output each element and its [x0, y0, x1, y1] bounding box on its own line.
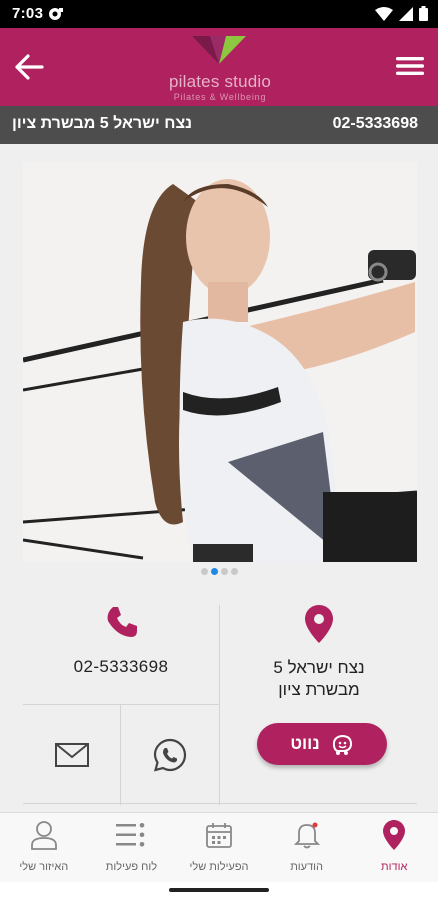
nav-item-about[interactable]: אודות [350, 813, 438, 882]
nav-label: לוח פעילות [105, 861, 158, 873]
app-screen: 7:03 pilates studio Pilates & Wellbeing … [0, 0, 438, 900]
bottom-nav: אודות הודעות הפעילות שלי לוח פעילות האיז… [0, 812, 438, 882]
waze-label: נווט [290, 734, 320, 753]
address-line-2: מבשרת ציון [278, 680, 360, 699]
carousel-dot[interactable] [230, 568, 238, 575]
status-bar: 7:03 [0, 0, 438, 28]
mail-icon [55, 743, 89, 767]
battery-icon [419, 6, 428, 26]
logo-subtitle: Pilates & Wellbeing [173, 92, 267, 102]
pilates-photo [23, 162, 417, 562]
logo-mark-icon [192, 36, 246, 64]
nav-item-messages[interactable]: הודעות [263, 813, 351, 882]
carousel-dot[interactable] [220, 568, 228, 575]
location-pin-icon [383, 820, 406, 850]
nav-label: אודות [381, 861, 408, 873]
strip-address: נצח ישראל 5 מבשרת ציון [12, 115, 193, 132]
nav-item-schedule[interactable]: לוח פעילות [88, 813, 176, 882]
waze-navigate-button[interactable]: נווט [257, 723, 387, 765]
carousel-dots[interactable] [0, 568, 438, 575]
arrow-left-icon [15, 54, 44, 80]
carousel-dot[interactable] [200, 568, 208, 575]
home-gesture-handle[interactable] [169, 888, 269, 892]
nav-item-my-activities[interactable]: הפעילות שלי [175, 813, 263, 882]
phone-cell[interactable]: 02-5333698 [23, 605, 219, 705]
signal-icon [399, 6, 413, 26]
logo-text: pilates studio [168, 72, 272, 91]
schedule-list-icon [116, 823, 145, 847]
wifi-icon [375, 6, 393, 26]
info-strip: נצח ישראל 5 מבשרת ציון 02-5333698 [0, 106, 438, 144]
location-pin-icon [305, 605, 333, 643]
waze-icon [332, 734, 352, 755]
contact-grid: נצח ישראל 5 מבשרת ציון נווט 02-5333698 [23, 605, 417, 805]
back-button[interactable] [12, 50, 46, 84]
nav-label: הודעות [290, 861, 323, 873]
nav-label: האיזור שלי [19, 861, 69, 873]
phone-icon [107, 607, 137, 637]
address-text: נצח ישראל 5 מבשרת ציון [221, 657, 417, 701]
strip-phone[interactable]: 02-5333698 [333, 115, 418, 133]
address-line-1: נצח ישראל 5 [273, 658, 365, 677]
hamburger-icon [396, 57, 424, 75]
nav-label: הפעילות שלי [189, 861, 249, 873]
calendar-icon [206, 823, 232, 848]
phone-number[interactable]: 02-5333698 [23, 657, 219, 677]
whatsapp-button[interactable] [121, 705, 219, 805]
gesture-bar [0, 882, 438, 900]
hero-image[interactable] [23, 162, 417, 562]
user-icon [30, 821, 57, 850]
whatsapp-icon [153, 738, 187, 772]
menu-button[interactable] [394, 50, 426, 82]
notification-icon [48, 7, 64, 26]
grid-divider [219, 605, 220, 805]
studio-logo: pilates studio Pilates & Wellbeing [130, 34, 310, 102]
location-cell: נצח ישראל 5 מבשרת ציון נווט [221, 605, 417, 805]
status-time: 7:03 [12, 5, 44, 22]
bell-icon [293, 822, 320, 849]
nav-item-my-area[interactable]: האיזור שלי [0, 813, 88, 882]
carousel-dot-active[interactable] [210, 568, 218, 575]
status-indicators [375, 6, 428, 26]
app-header: pilates studio Pilates & Wellbeing [0, 28, 438, 106]
email-button[interactable] [23, 705, 121, 805]
